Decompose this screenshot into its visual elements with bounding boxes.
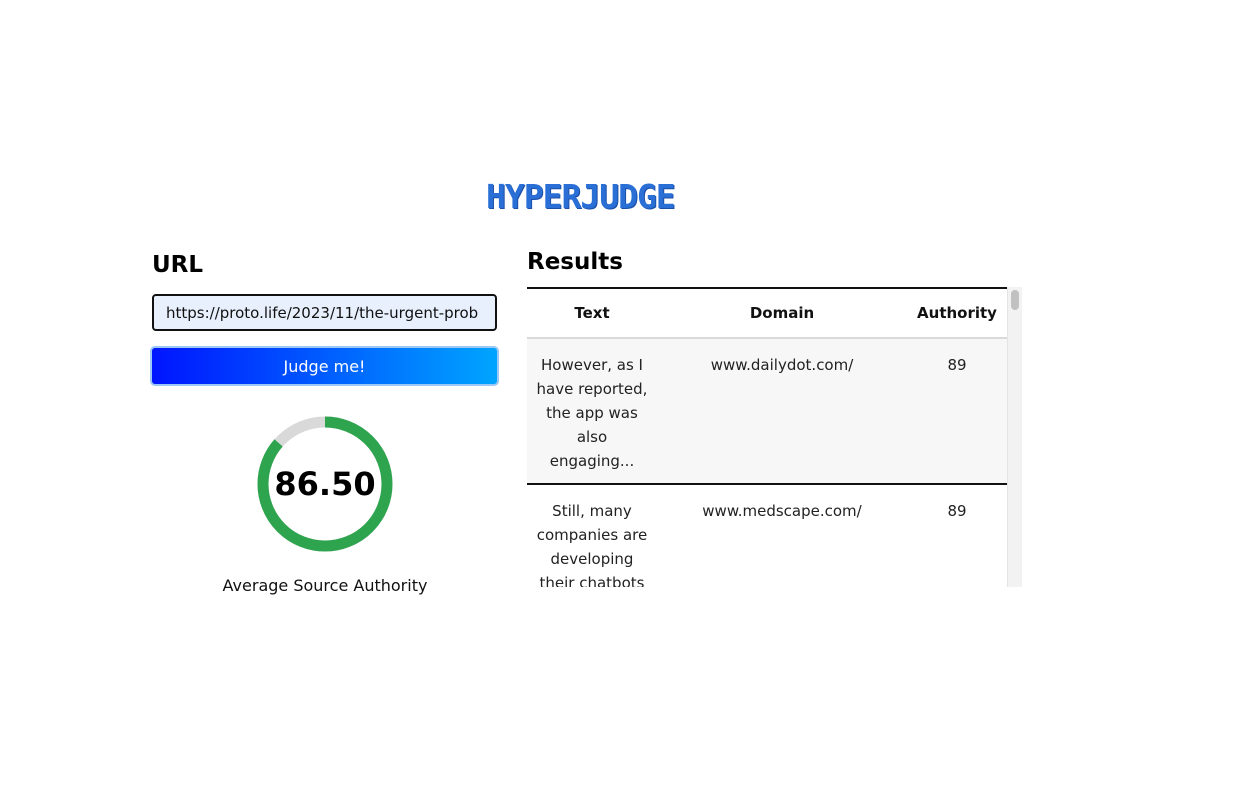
column-header-text: Text (527, 289, 657, 339)
authority-score-value: 86.50 (274, 465, 376, 503)
cell-domain: www.medscape.com/ (657, 484, 907, 587)
cell-text: Still, many companies are developing the… (527, 484, 657, 587)
results-scrollbar[interactable] (1007, 287, 1022, 587)
cell-authority: 89 (907, 338, 1007, 485)
table-row: Still, many companies are developing the… (527, 484, 1007, 587)
cell-domain: www.dailydot.com/ (657, 338, 907, 485)
url-input[interactable] (152, 294, 497, 331)
results-table-scroll[interactable]: Text Domain Authority However, as I have… (527, 287, 1007, 587)
results-panel: Text Domain Authority However, as I have… (527, 287, 1022, 587)
authority-score-caption: Average Source Authority (222, 576, 428, 595)
table-row: However, as I have reported, the app was… (527, 338, 1007, 485)
url-heading: URL (152, 252, 204, 278)
column-header-authority: Authority (907, 289, 1007, 339)
results-table: Text Domain Authority However, as I have… (527, 289, 1007, 587)
table-header-row: Text Domain Authority (527, 289, 1007, 339)
cell-authority: 89 (907, 484, 1007, 587)
results-heading: Results (527, 249, 623, 275)
column-header-domain: Domain (657, 289, 907, 339)
cell-text: However, as I have reported, the app was… (527, 338, 657, 485)
hyperjudge-logo: HYPERJUDGE (486, 177, 676, 216)
judge-me-button[interactable]: Judge me! (150, 346, 499, 386)
scrollbar-thumb[interactable] (1011, 290, 1019, 310)
